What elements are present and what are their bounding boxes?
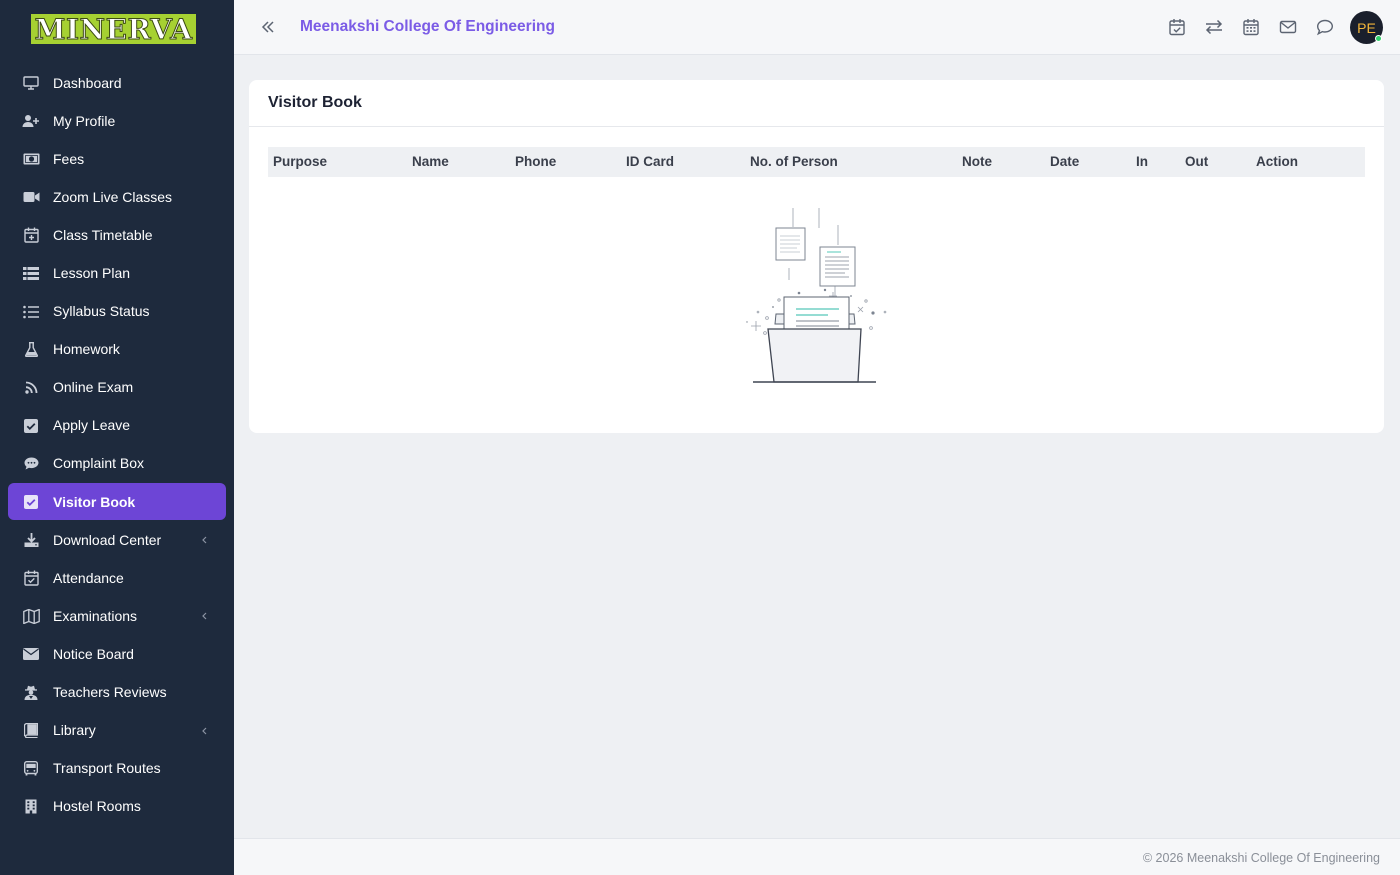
sidebar-item-hostel-rooms[interactable]: Hostel Rooms bbox=[8, 788, 226, 825]
envelope-icon bbox=[22, 645, 40, 663]
sidebar-item-examinations[interactable]: Examinations bbox=[8, 597, 226, 634]
list-ol-icon bbox=[22, 303, 40, 321]
sidebar-item-label: Teachers Reviews bbox=[53, 684, 167, 700]
sidebar-item-label: Transport Routes bbox=[53, 760, 161, 777]
flask-icon bbox=[22, 341, 40, 359]
sidebar-item-label: Syllabus Status bbox=[53, 303, 150, 320]
monitor-icon bbox=[22, 74, 40, 92]
header-icon-bar bbox=[1168, 18, 1334, 36]
page-title: Visitor Book bbox=[268, 94, 362, 111]
sidebar-item-label: Lesson Plan bbox=[53, 264, 131, 281]
sidebar-item-label: Homework bbox=[53, 341, 120, 358]
sidebar-item-teachers-reviews[interactable]: Teachers Reviews bbox=[8, 674, 226, 711]
sidebar-item-label: Class Timetable bbox=[53, 226, 153, 243]
visitor-book-card: Visitor Book Purpose Name Phone ID Card … bbox=[249, 80, 1384, 433]
building-icon bbox=[22, 798, 40, 816]
sidebar-item-zoom-live-classes[interactable]: Zoom Live Classes bbox=[8, 178, 226, 215]
sidebar-item-complaint-box[interactable]: Complaint Box bbox=[8, 445, 226, 482]
column-header-no-of-person[interactable]: No. of Person bbox=[750, 154, 838, 169]
sidebar-item-notice-board[interactable]: Notice Board bbox=[8, 635, 226, 672]
top-header: Meenakshi College Of Engineering PE bbox=[234, 0, 1400, 55]
sidebar-item-label: Notice Board bbox=[53, 645, 134, 662]
chevron-left-icon bbox=[200, 609, 210, 623]
money-icon bbox=[22, 150, 40, 168]
column-header-id-card[interactable]: ID Card bbox=[626, 154, 674, 169]
sidebar-item-label: Complaint Box bbox=[53, 455, 145, 472]
calendar-plus-icon bbox=[22, 226, 40, 244]
column-header-action[interactable]: Action bbox=[1256, 154, 1298, 169]
column-header-purpose[interactable]: Purpose bbox=[273, 154, 327, 169]
college-name[interactable]: Meenakshi College Of Engineering bbox=[300, 18, 555, 36]
card-header: Visitor Book bbox=[249, 80, 1384, 127]
sidebar-item-dashboard[interactable]: Dashboard bbox=[8, 64, 226, 101]
chevron-left-icon bbox=[200, 724, 210, 738]
sidebar-item-label: Library bbox=[53, 722, 96, 739]
bus-icon bbox=[22, 760, 40, 778]
sidebar-item-transport-routes[interactable]: Transport Routes bbox=[8, 750, 226, 787]
sidebar-item-online-exam[interactable]: Online Exam bbox=[8, 369, 226, 406]
book-icon bbox=[22, 722, 40, 740]
column-header-in[interactable]: In bbox=[1136, 154, 1148, 169]
sidebar-item-syllabus-status[interactable]: Syllabus Status bbox=[8, 293, 226, 330]
sidebar-item-label: Apply Leave bbox=[53, 417, 131, 434]
sidebar-item-attendance[interactable]: Attendance bbox=[8, 559, 226, 596]
map-icon bbox=[22, 607, 40, 625]
sidebar-item-visitor-book[interactable]: Visitor Book bbox=[8, 483, 226, 521]
chevron-left-icon bbox=[200, 533, 210, 547]
check-square-icon bbox=[22, 417, 40, 435]
column-header-name[interactable]: Name bbox=[412, 154, 449, 169]
check-square-icon bbox=[22, 493, 40, 511]
exchange-icon[interactable] bbox=[1205, 18, 1223, 36]
sidebar-item-label: Online Exam bbox=[53, 379, 134, 396]
sidebar-item-download-center[interactable]: Download Center bbox=[8, 521, 226, 558]
calendar-check-icon[interactable] bbox=[1168, 18, 1186, 36]
sidebar-item-label: My Profile bbox=[53, 112, 116, 129]
sidebar-item-homework[interactable]: Homework bbox=[8, 331, 226, 368]
sidebar-item-my-profile[interactable]: My Profile bbox=[8, 102, 226, 139]
mail-icon[interactable] bbox=[1279, 18, 1297, 36]
user-plus-icon bbox=[22, 112, 40, 130]
sidebar: MINERVA Dashboard My Profile Fees Zoom L… bbox=[0, 0, 234, 875]
empty-state-illustration bbox=[746, 208, 887, 383]
online-status-dot bbox=[1375, 35, 1382, 42]
logo-text: MINERVA bbox=[34, 12, 193, 46]
video-icon bbox=[22, 188, 40, 206]
user-secret-icon bbox=[22, 684, 40, 702]
sidebar-item-label: Download Center bbox=[53, 531, 162, 548]
calendar-icon[interactable] bbox=[1242, 18, 1260, 36]
column-header-out[interactable]: Out bbox=[1185, 154, 1208, 169]
sidebar-item-label: Attendance bbox=[53, 569, 124, 586]
sidebar-item-apply-leave[interactable]: Apply Leave bbox=[8, 407, 226, 444]
sidebar-item-fees[interactable]: Fees bbox=[8, 140, 226, 177]
sidebar-item-label: Examinations bbox=[53, 607, 138, 624]
sidebar-item-label: Zoom Live Classes bbox=[53, 188, 173, 205]
column-header-date[interactable]: Date bbox=[1050, 154, 1079, 169]
footer-copyright: © 2026 Meenakshi College Of Engineering bbox=[1142, 851, 1380, 865]
list-icon bbox=[22, 264, 40, 282]
footer: © 2026 Meenakshi College Of Engineering bbox=[234, 838, 1400, 875]
sidebar-item-library[interactable]: Library bbox=[8, 712, 226, 749]
sidebar-item-label: Hostel Rooms bbox=[53, 798, 141, 815]
sidebar-item-label: Fees bbox=[53, 150, 85, 167]
minerva-logo[interactable]: MINERVA bbox=[31, 12, 196, 46]
sidebar-item-class-timetable[interactable]: Class Timetable bbox=[8, 216, 226, 253]
sidebar-item-lesson-plan[interactable]: Lesson Plan bbox=[8, 254, 226, 291]
column-header-phone[interactable]: Phone bbox=[515, 154, 556, 169]
double-chevron-left-icon[interactable] bbox=[260, 19, 276, 35]
sidebar-item-label: Visitor Book bbox=[53, 493, 136, 510]
comment-icon bbox=[22, 455, 40, 473]
sidebar-item-label: Dashboard bbox=[53, 74, 122, 91]
calendar-check-icon bbox=[22, 569, 40, 587]
avatar-initials: PE bbox=[1357, 19, 1376, 36]
sidebar-menu: Dashboard My Profile Fees Zoom Live Clas… bbox=[8, 64, 226, 826]
chat-icon[interactable] bbox=[1316, 18, 1334, 36]
column-header-note[interactable]: Note bbox=[962, 154, 992, 169]
download-icon bbox=[22, 531, 40, 549]
avatar[interactable]: PE bbox=[1350, 11, 1383, 44]
rss-icon bbox=[22, 379, 40, 397]
table-header-row: Purpose Name Phone ID Card No. of Person… bbox=[268, 147, 1365, 177]
